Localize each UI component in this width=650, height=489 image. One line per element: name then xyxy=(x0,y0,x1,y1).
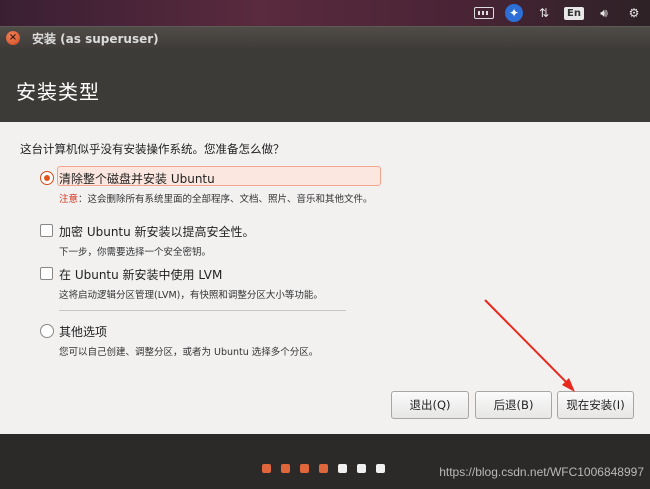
progress-dot xyxy=(376,464,385,473)
progress-dot xyxy=(357,464,366,473)
progress-dot xyxy=(262,464,271,473)
footer-bar xyxy=(0,434,650,489)
system-tray: ✦ ⇅ En 🔊︎ ⚙ xyxy=(474,3,644,23)
keyboard-icon[interactable] xyxy=(474,3,495,23)
lvm-checkbox[interactable] xyxy=(40,267,53,280)
erase-disk-radio[interactable] xyxy=(40,171,54,185)
network-icon[interactable]: ⇅ xyxy=(534,3,554,23)
option-description: 您可以自己创建、调整分区，或者为 Ubuntu 选择多个分区。 xyxy=(59,347,319,358)
progress-dot xyxy=(338,464,347,473)
option-label: 在 Ubuntu 新安装中使用 LVM xyxy=(59,268,223,282)
something-else-radio[interactable] xyxy=(40,324,54,338)
progress-dots xyxy=(262,464,385,473)
option-label: 加密 Ubuntu 新安装以提高安全性。 xyxy=(59,225,255,239)
divider xyxy=(59,310,346,311)
quit-button[interactable]: 退出(Q) xyxy=(391,391,469,419)
encrypt-checkbox[interactable] xyxy=(40,224,53,237)
question-text: 这台计算机似乎没有安装操作系统。您准备怎么做？ xyxy=(20,142,285,156)
install-now-button[interactable]: 现在安装(I) xyxy=(557,391,634,419)
option-description: 注意：这会删除所有系统里面的全部程序、文档、照片、音乐和其他文件。 xyxy=(59,194,373,205)
back-button[interactable]: 后退(B) xyxy=(475,391,552,419)
window-titlebar: × 安装 (as superuser) xyxy=(0,26,650,48)
warning-label: 注意 xyxy=(59,194,79,205)
progress-dot xyxy=(281,464,290,473)
window-title: 安装 (as superuser) xyxy=(32,32,159,46)
language-indicator[interactable]: En xyxy=(564,6,584,20)
option-label: 清除整个磁盘并安装 Ubuntu xyxy=(59,172,215,186)
volume-icon[interactable]: 🔊︎ xyxy=(594,3,614,23)
close-icon[interactable]: × xyxy=(6,31,20,45)
watermark-text: https://blog.csdn.net/WFC1006848997 xyxy=(439,465,644,479)
page-title: 安装类型 xyxy=(16,80,100,104)
progress-dot xyxy=(300,464,309,473)
settings-gear-icon[interactable]: ⚙ xyxy=(624,3,644,23)
top-panel: ✦ ⇅ En 🔊︎ ⚙ xyxy=(0,0,650,26)
option-description: 下一步，你需要选择一个安全密钥。 xyxy=(59,247,212,258)
option-description: 这将启动逻辑分区管理(LVM)，有快照和调整分区大小等功能。 xyxy=(59,290,323,301)
accessibility-icon[interactable]: ✦ xyxy=(504,3,524,23)
progress-dot xyxy=(319,464,328,473)
option-label: 其他选项 xyxy=(59,325,108,339)
page-header: 安装类型 xyxy=(0,48,650,122)
